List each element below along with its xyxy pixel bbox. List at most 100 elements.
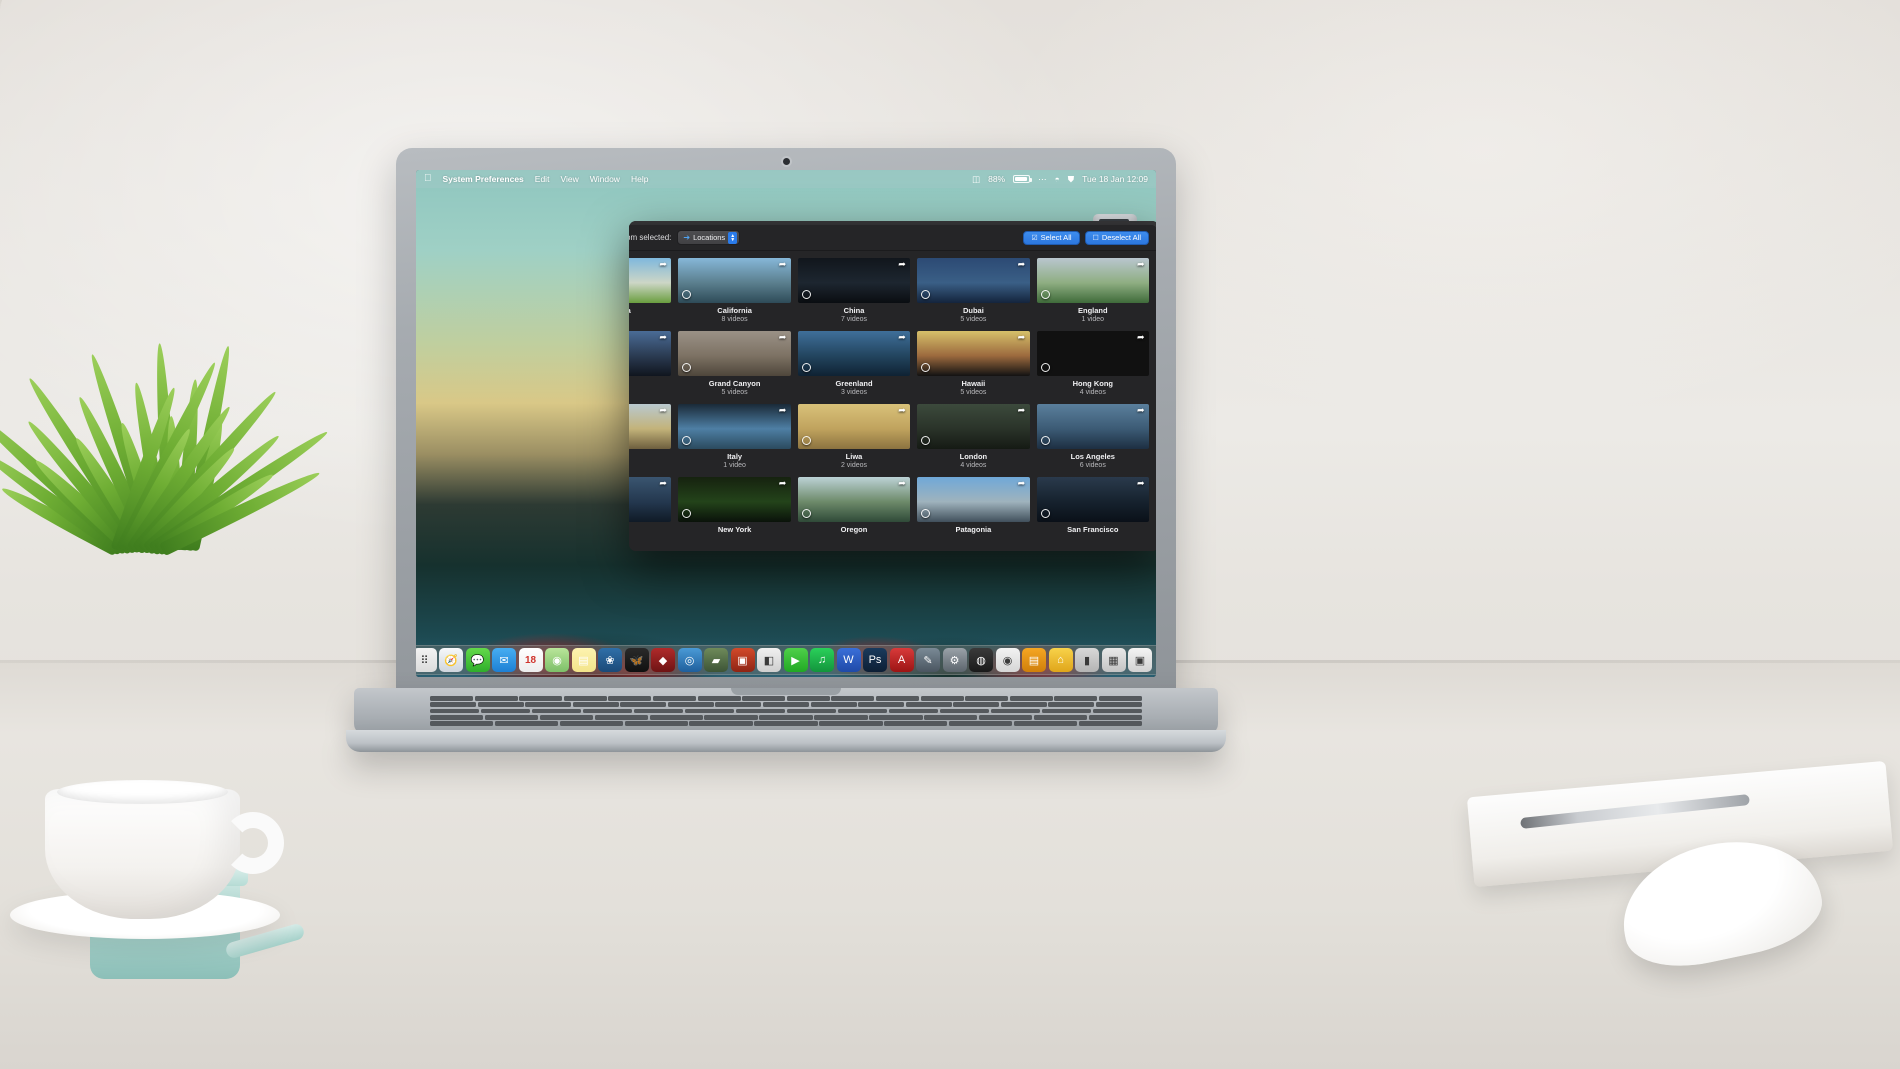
share-icon[interactable]: ➦ (898, 479, 907, 488)
keyboard-key[interactable] (477, 702, 524, 708)
keyboard-key[interactable] (819, 721, 883, 726)
menu-edit[interactable]: Edit (535, 174, 550, 184)
keyboard-key[interactable] (430, 708, 480, 714)
share-icon[interactable]: ➦ (1018, 333, 1027, 342)
location-card[interactable]: ➦ England 1 video (1036, 258, 1149, 323)
keyboard-key[interactable] (430, 696, 474, 701)
dock-icon-photos[interactable]: ❀ (598, 648, 622, 672)
dock-icon-word[interactable]: W (836, 648, 861, 672)
keyboard-key[interactable] (1033, 714, 1088, 720)
wifi-icon[interactable]: ◓ (1055, 174, 1060, 184)
location-thumbnail[interactable]: ➦ (678, 477, 791, 522)
keyboard-key[interactable] (990, 708, 1041, 714)
share-icon[interactable]: ➦ (1137, 406, 1146, 415)
keyboard-key[interactable] (735, 708, 786, 714)
location-thumbnail[interactable]: ➦ (1036, 331, 1149, 376)
location-card[interactable]: ➦ China 7 videos (797, 258, 911, 323)
keyboard-key[interactable] (1000, 702, 1047, 708)
share-icon[interactable]: ➦ (1137, 260, 1146, 269)
keyboard-key[interactable] (837, 708, 888, 714)
keyboard-key[interactable] (608, 696, 652, 701)
share-icon[interactable]: ➦ (1018, 260, 1027, 269)
dock-icon-spotify[interactable]: ♫ (810, 648, 834, 672)
share-icon[interactable]: ➦ (898, 406, 907, 415)
share-icon[interactable]: ➦ (779, 406, 788, 415)
menu-system-preferences[interactable]: System Preferences (443, 174, 524, 184)
keyboard-key[interactable] (869, 714, 923, 720)
selection-circle-icon[interactable] (921, 436, 931, 445)
keyboard-key[interactable] (1041, 708, 1092, 714)
selection-circle-icon[interactable] (921, 509, 931, 518)
screen-mirroring-icon[interactable]: ◫ (972, 174, 980, 185)
location-card[interactable]: ➦ Liwa 2 videos (797, 404, 911, 469)
selection-circle-icon[interactable] (682, 436, 692, 445)
keyboard-key[interactable] (430, 714, 484, 720)
locations-dropdown[interactable]: ➔ Locations ▲ ▼ (677, 230, 741, 245)
location-card[interactable]: ➦ New York (678, 477, 791, 535)
share-icon[interactable]: ➦ (779, 260, 788, 269)
dock-icon-utility-app[interactable]: ◆ (651, 648, 675, 672)
keyboard-key[interactable] (920, 696, 964, 701)
dock-icon-scenery-app[interactable]: ▰ (704, 648, 728, 672)
keyboard-key[interactable] (810, 702, 857, 708)
dock-icon-notes[interactable]: ▤ (571, 648, 596, 672)
deselect-all-button[interactable]: ☐ Deselect All (1084, 230, 1149, 245)
keyboard-key[interactable] (814, 714, 868, 720)
keyboard-key[interactable] (582, 708, 633, 714)
keyboard-key[interactable] (831, 696, 875, 701)
keyboard-key[interactable] (594, 714, 649, 720)
selection-circle-icon[interactable] (921, 363, 931, 372)
keyboard-key[interactable] (430, 702, 477, 708)
location-thumbnail[interactable]: ➦ (678, 404, 791, 449)
keyboard-key[interactable] (786, 696, 830, 701)
keyboard-key[interactable] (684, 708, 735, 714)
dock-icon-calendar[interactable]: 18 (518, 648, 543, 672)
keyboard-key[interactable] (948, 721, 1013, 726)
keyboard-key[interactable] (652, 696, 697, 701)
location-card[interactable]: ➦ Dubai 5 videos (917, 258, 1030, 323)
location-thumbnail[interactable]: ➦ (917, 404, 1030, 449)
dock-icon-butterfly[interactable]: 🦋 (624, 648, 649, 672)
location-card[interactable]: ➦Alabama1 video (629, 258, 672, 323)
menu-view[interactable]: View (560, 174, 578, 184)
dock-icon-browser-alt[interactable]: ◎ (677, 648, 702, 672)
location-card[interactable]: ➦Iceland6 videos (629, 404, 672, 469)
location-card[interactable]: ➦ Los Angeles 6 videos (1036, 404, 1149, 469)
location-thumbnail[interactable]: ➦ (797, 258, 911, 303)
location-thumbnail[interactable]: ➦ (629, 331, 672, 376)
location-thumbnail[interactable]: ➦ (797, 331, 911, 376)
location-thumbnail[interactable]: ➦ (678, 331, 791, 376)
share-icon[interactable]: ➦ (659, 479, 668, 488)
selection-circle-icon[interactable] (682, 363, 692, 372)
selection-circle-icon[interactable] (1040, 290, 1050, 299)
location-card[interactable]: ➦ San Francisco (1036, 477, 1149, 535)
keyboard-key[interactable] (525, 702, 572, 708)
keyboard-key[interactable] (480, 708, 531, 714)
keyboard-key[interactable] (494, 721, 559, 726)
dock-icon-launchpad[interactable]: ⠿ (416, 648, 437, 672)
keyboard-key[interactable] (888, 708, 939, 714)
location-card[interactable]: ➦ London 4 videos (917, 404, 1030, 469)
selection-circle-icon[interactable] (801, 509, 811, 518)
location-card[interactable]: ➦ Italy 1 video (678, 404, 791, 469)
keyboard-key[interactable] (697, 696, 741, 701)
selection-circle-icon[interactable] (921, 290, 931, 299)
selection-circle-icon[interactable] (801, 363, 811, 372)
keyboard-key[interactable] (484, 714, 539, 720)
share-icon[interactable]: ➦ (659, 333, 668, 342)
menu-help[interactable]: Help (631, 174, 648, 184)
location-thumbnail[interactable]: ➦ (1036, 477, 1149, 522)
keyboard-key[interactable] (539, 714, 594, 720)
dock-icon-facetime[interactable]: ▶ (783, 648, 808, 672)
keyboard-key[interactable] (1095, 702, 1142, 708)
keyboard-key[interactable] (742, 696, 786, 701)
selection-circle-icon[interactable] (801, 436, 811, 445)
dock-icon-news[interactable]: ▦ (1101, 648, 1126, 672)
keyboard-key[interactable] (1013, 721, 1078, 726)
location-card[interactable]: ➦ Greenland 3 videos (797, 331, 911, 396)
share-icon[interactable]: ➦ (1018, 406, 1027, 415)
dock-icon-game-app[interactable]: ▣ (730, 648, 755, 672)
keyboard-key[interactable] (858, 702, 905, 708)
keyboard-key[interactable] (633, 708, 684, 714)
dock-icon-settings-app[interactable]: ⚙ (942, 648, 967, 672)
